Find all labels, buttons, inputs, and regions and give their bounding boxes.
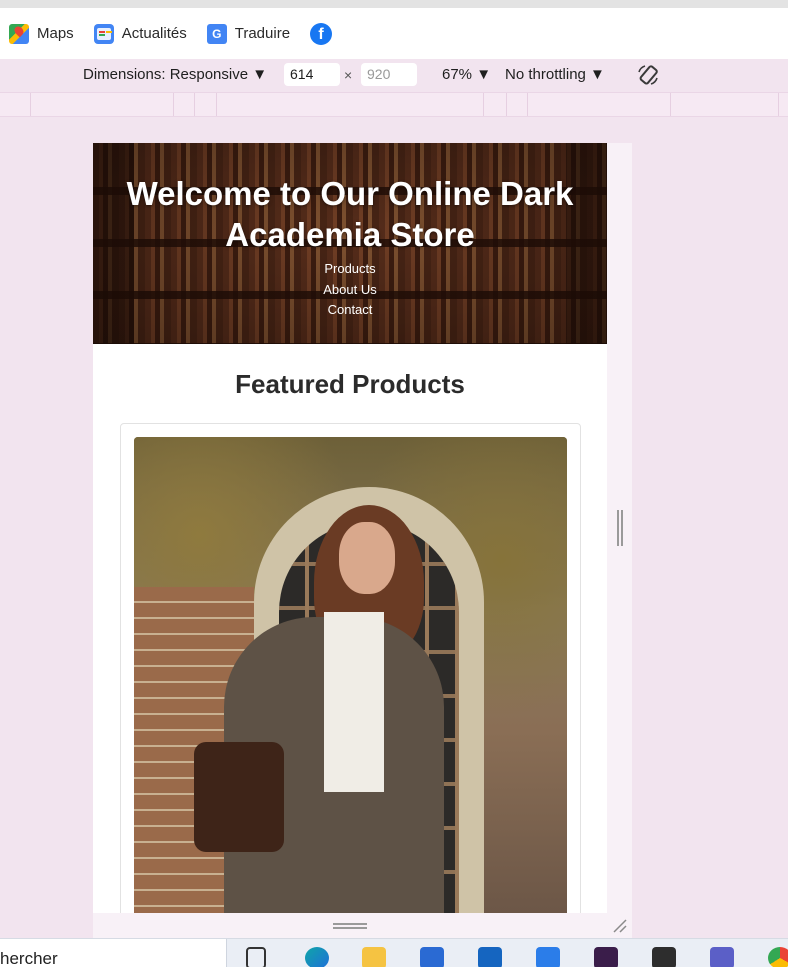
dimension-separator: ×: [344, 67, 353, 83]
google-news-icon: [93, 23, 114, 44]
width-input[interactable]: 614: [284, 63, 340, 86]
site-nav: Products About Us Contact: [93, 259, 607, 321]
google-translate-icon: G: [206, 23, 227, 44]
bookmark-label: Maps: [37, 25, 74, 42]
section-title: Featured Products: [235, 369, 465, 399]
google-maps-icon: [9, 23, 29, 44]
height-input[interactable]: 920: [361, 63, 417, 86]
app-dark-icon[interactable]: [652, 947, 676, 967]
app-purple-icon[interactable]: [594, 947, 618, 967]
browser-top-strip: [0, 0, 788, 8]
bookmark-label: Traduire: [234, 25, 291, 42]
product-card[interactable]: [120, 423, 581, 913]
product-image[interactable]: [134, 437, 567, 913]
emulated-page[interactable]: Welcome to Our Online Dark Academia Stor…: [93, 143, 632, 913]
edge-icon[interactable]: [305, 947, 329, 967]
bookmark-facebook[interactable]: f: [310, 22, 340, 45]
device-toolbar: Dimensions: Responsive ▼ 614 × 920 67% ▼…: [0, 59, 788, 92]
bookmarks-bar: Maps Actualités G Traduire f: [0, 8, 788, 59]
bookmark-translate[interactable]: G Traduire: [206, 23, 291, 44]
vscode-icon[interactable]: [536, 947, 560, 967]
hero-header: Welcome to Our Online Dark Academia Stor…: [93, 143, 607, 344]
taskbar-search[interactable]: hercher: [0, 939, 227, 967]
bookmark-maps[interactable]: Maps: [9, 23, 74, 44]
file-explorer-icon[interactable]: [362, 947, 386, 967]
zoom-dropdown[interactable]: 67% ▼: [442, 66, 491, 83]
rotate-icon[interactable]: [636, 63, 660, 87]
nav-link-products[interactable]: Products: [93, 259, 607, 280]
nav-link-contact[interactable]: Contact: [93, 300, 607, 321]
taskbar: hercher: [0, 938, 788, 967]
dimensions-dropdown[interactable]: Dimensions: Responsive ▼: [83, 66, 267, 83]
resize-handle-bottom[interactable]: [93, 913, 632, 938]
teams-icon[interactable]: [710, 947, 734, 967]
facebook-icon: f: [310, 22, 333, 45]
store-icon[interactable]: [420, 947, 444, 967]
resize-handle-right[interactable]: [617, 510, 623, 546]
resize-corner-icon[interactable]: [612, 918, 628, 934]
media-query-ruler[interactable]: [0, 92, 788, 117]
bookmark-label: Actualités: [121, 25, 187, 42]
throttling-dropdown[interactable]: No throttling ▼: [505, 66, 605, 83]
bookmark-news[interactable]: Actualités: [93, 23, 187, 44]
hero-title: Welcome to Our Online Dark Academia Stor…: [126, 175, 574, 253]
nav-link-about[interactable]: About Us: [93, 280, 607, 301]
chrome-icon[interactable]: [768, 947, 788, 967]
outlook-icon[interactable]: [478, 947, 502, 967]
task-view-icon[interactable]: [246, 947, 266, 967]
